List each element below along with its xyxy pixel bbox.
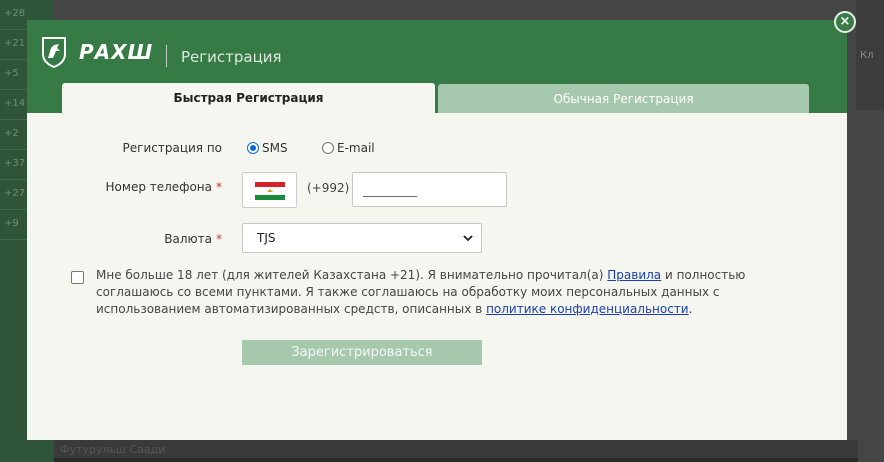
agreement-text: Мне больше 18 лет (для жителей Казахстан… <box>96 267 816 318</box>
header-divider <box>166 45 167 67</box>
rakhsh-shield-icon <box>42 37 66 68</box>
country-flag-selector[interactable] <box>242 172 297 208</box>
rules-link[interactable]: Правила <box>607 268 661 282</box>
sms-radio-label: SMS <box>262 141 288 155</box>
currency-label-text: Валюта <box>164 232 212 246</box>
agreement-text-start: Мне больше 18 лет (для жителей Казахстан… <box>96 268 608 282</box>
age-agreement-checkbox[interactable] <box>71 271 84 284</box>
close-icon[interactable]: × <box>834 11 856 33</box>
modal-header: РАХШ Регистрация Быстрая Регистрация Обы… <box>27 20 847 113</box>
radio-option-email[interactable]: E-mail <box>322 140 375 156</box>
currency-select[interactable]: TJS <box>242 223 482 253</box>
background-right-panel: Кл <box>856 0 884 110</box>
phone-input[interactable] <box>352 172 507 207</box>
privacy-policy-link[interactable]: политике конфиденциальности <box>486 302 689 316</box>
required-mark: * <box>216 180 222 194</box>
sms-radio[interactable] <box>247 142 259 154</box>
email-radio-label: E-mail <box>337 141 375 155</box>
currency-selected-value: TJS <box>257 231 276 245</box>
email-radio[interactable] <box>322 142 334 154</box>
radio-option-sms[interactable]: SMS <box>247 140 288 156</box>
register-button[interactable]: Зарегистрироваться <box>242 340 482 365</box>
tab-normal-registration[interactable]: Обычная Регистрация <box>438 84 809 113</box>
brand-logo-text: РАХШ <box>79 40 154 64</box>
chevron-down-icon <box>463 235 473 242</box>
required-mark: * <box>216 232 222 246</box>
currency-label: Валюта * <box>87 232 222 246</box>
phone-label-text: Номер телефона <box>105 180 212 194</box>
tajikistan-flag-icon <box>255 182 285 200</box>
background-bottom-line <box>54 458 858 462</box>
tab-fast-registration[interactable]: Быстрая Регистрация <box>62 83 435 113</box>
phone-label: Номер телефона * <box>87 180 222 194</box>
registration-method-label: Регистрация по <box>122 141 222 155</box>
agreement-text-end: . <box>688 302 693 316</box>
modal-title: Регистрация <box>181 48 282 66</box>
registration-modal: РАХШ Регистрация Быстрая Регистрация Обы… <box>27 20 847 440</box>
phone-country-code: (+992) <box>307 181 350 195</box>
